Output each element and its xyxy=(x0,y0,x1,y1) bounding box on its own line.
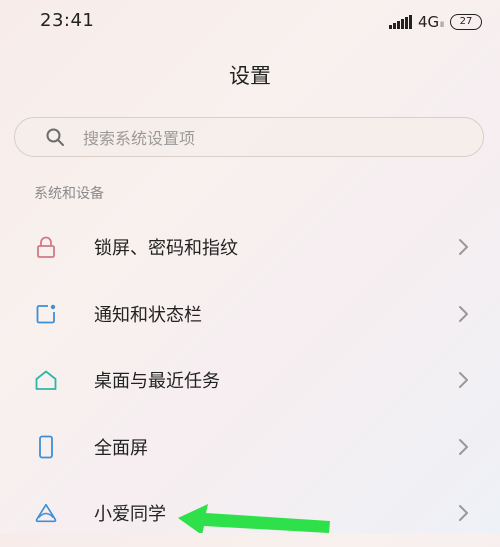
network-type: 4G xyxy=(417,13,440,31)
list-item-label: 桌面与最近任务 xyxy=(94,371,220,393)
list-item-label: 锁屏、密码和指纹 xyxy=(94,238,238,260)
settings-list: 锁屏、密码和指纹 通知和状态栏 桌面与最近任务 全面屏 小爱同学 xyxy=(0,214,500,547)
chevron-right-icon xyxy=(458,305,470,323)
search-icon xyxy=(45,127,65,147)
xiaoai-icon xyxy=(34,501,58,525)
network-indicator: 4G ll xyxy=(418,13,444,31)
signal-icon xyxy=(388,15,412,29)
list-item-label: 全面屏 xyxy=(94,437,148,459)
list-item-home-screen[interactable]: 桌面与最近任务 xyxy=(0,347,500,414)
status-bar: 23:41 4G ll 27 xyxy=(0,0,500,44)
list-item-lock-screen[interactable]: 锁屏、密码和指纹 xyxy=(0,214,500,281)
list-item-label: 通知和状态栏 xyxy=(94,304,202,326)
list-item-notifications[interactable]: 通知和状态栏 xyxy=(0,281,500,348)
network-activity: ll xyxy=(440,21,444,29)
chevron-right-icon xyxy=(458,438,470,456)
home-icon xyxy=(34,368,58,392)
search-placeholder: 搜索系统设置项 xyxy=(83,129,196,148)
chevron-right-icon xyxy=(458,238,470,256)
lock-icon xyxy=(34,235,58,259)
battery-icon: 27 xyxy=(450,14,482,30)
chevron-right-icon xyxy=(458,371,470,389)
chevron-right-icon xyxy=(458,504,470,522)
status-time: 23:41 xyxy=(40,10,95,31)
list-item-full-screen[interactable]: 全面屏 xyxy=(0,414,500,481)
search-input[interactable]: 搜索系统设置项 xyxy=(14,117,484,157)
list-item-label: 小爱同学 xyxy=(94,504,166,526)
notification-icon xyxy=(34,302,58,326)
list-item-xiaoai[interactable]: 小爱同学 xyxy=(0,480,500,547)
section-header: 系统和设备 xyxy=(34,186,104,202)
phone-icon xyxy=(34,435,58,459)
page-title: 设置 xyxy=(229,64,271,88)
status-indicators: 4G ll 27 xyxy=(388,12,482,32)
